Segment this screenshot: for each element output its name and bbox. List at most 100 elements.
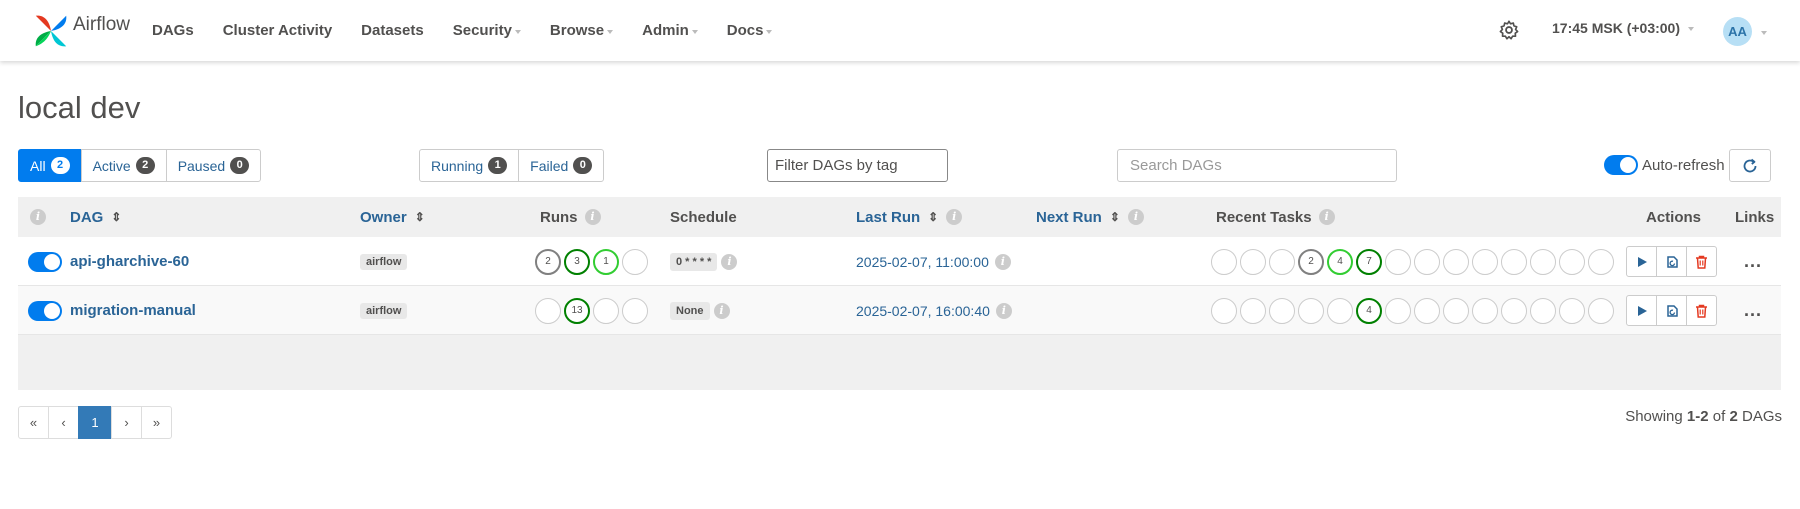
task-state-circle[interactable] <box>1385 297 1411 324</box>
last-run-link[interactable]: 2025-02-07, 11:00:00 <box>856 254 989 270</box>
run-state-circle[interactable] <box>535 297 561 324</box>
task-state-circle[interactable] <box>1298 297 1324 324</box>
schedule-tag[interactable]: None <box>670 301 710 320</box>
task-state-circle[interactable] <box>1530 248 1556 275</box>
auto-refresh-toggle[interactable] <box>1604 155 1638 175</box>
task-state-circle[interactable] <box>1443 248 1469 275</box>
tag-filter-input[interactable]: Filter DAGs by tag <box>767 149 948 182</box>
run-state-circle[interactable] <box>593 297 619 324</box>
info-icon[interactable]: i <box>713 302 730 319</box>
task-state-circle[interactable] <box>1559 248 1585 275</box>
links-menu-button[interactable]: ... <box>1744 300 1762 321</box>
task-state-circle[interactable] <box>1240 297 1266 324</box>
column-last-run[interactable]: Last Run ⇕ i <box>856 197 963 237</box>
showing-total: 2 <box>1729 408 1738 425</box>
task-state-circle[interactable] <box>1385 248 1411 275</box>
info-icon[interactable]: i <box>1318 209 1335 225</box>
dag-link[interactable]: migration-manual <box>70 302 196 319</box>
play-icon <box>1637 305 1647 316</box>
refresh-button[interactable] <box>1729 149 1771 182</box>
nav-docs[interactable]: Docs <box>727 22 773 39</box>
task-state-circle[interactable] <box>1472 297 1498 324</box>
info-icon[interactable]: i <box>994 253 1011 270</box>
info-icon[interactable]: i <box>1127 209 1144 225</box>
chevron-down-icon <box>1688 27 1695 31</box>
nav-datasets[interactable]: Datasets <box>361 22 424 39</box>
info-icon[interactable]: i <box>30 197 46 237</box>
run-state-circle[interactable]: 3 <box>564 248 590 275</box>
task-state-circle[interactable] <box>1269 248 1295 275</box>
task-state-circle[interactable] <box>1472 248 1498 275</box>
page-1-button[interactable]: 1 <box>78 406 112 439</box>
task-state-circle[interactable] <box>1269 297 1295 324</box>
gear-icon[interactable] <box>1498 19 1520 41</box>
task-state-circle[interactable]: 4 <box>1356 297 1382 324</box>
last-page-button[interactable]: » <box>141 406 172 439</box>
links-menu-button[interactable]: ... <box>1744 251 1762 272</box>
filter-all-label: All <box>30 157 46 174</box>
dag-pause-toggle[interactable] <box>28 251 62 272</box>
filter-all-button[interactable]: All 2 <box>18 149 82 182</box>
next-page-button[interactable]: › <box>111 406 142 439</box>
task-state-circle[interactable]: 2 <box>1298 248 1324 275</box>
recent-tasks-cell: 247 <box>1211 237 1617 286</box>
owner-tag[interactable]: airflow <box>360 302 408 319</box>
column-owner[interactable]: Owner ⇕ <box>360 197 425 237</box>
task-state-circle[interactable] <box>1414 248 1440 275</box>
task-state-circle[interactable] <box>1211 297 1237 324</box>
user-avatar[interactable]: AA <box>1723 17 1752 46</box>
run-state-circle[interactable]: 1 <box>593 248 619 275</box>
timezone-menu[interactable]: 17:45 MSK (+03:00) <box>1552 20 1695 36</box>
task-state-circle[interactable] <box>1327 297 1353 324</box>
task-state-circle[interactable] <box>1443 297 1469 324</box>
runs-cell: 13 <box>535 286 651 335</box>
task-state-circle[interactable] <box>1240 248 1266 275</box>
nav-admin[interactable]: Admin <box>642 22 698 39</box>
dag-pause-toggle[interactable] <box>28 300 62 321</box>
filter-running-button[interactable]: Running 1 <box>419 149 520 182</box>
run-state-circle[interactable]: 2 <box>535 248 561 275</box>
nav-cluster-activity[interactable]: Cluster Activity <box>223 22 332 39</box>
task-state-circle[interactable]: 4 <box>1327 248 1353 275</box>
info-icon[interactable]: i <box>946 209 963 225</box>
search-input[interactable]: Search DAGs <box>1117 149 1397 182</box>
column-dag[interactable]: DAG ⇕ <box>70 197 121 237</box>
run-state-circle[interactable]: 13 <box>564 297 590 324</box>
trigger-dag-button[interactable] <box>1626 295 1657 326</box>
run-state-circle[interactable] <box>622 297 648 324</box>
info-icon[interactable]: i <box>995 302 1012 319</box>
dag-link[interactable]: api-gharchive-60 <box>70 253 189 270</box>
filter-paused-button[interactable]: Paused 0 <box>165 149 262 182</box>
task-state-circle[interactable] <box>1559 297 1585 324</box>
trigger-dag-button[interactable] <box>1626 246 1657 277</box>
schedule-tag[interactable]: 0 * * * * <box>670 252 718 271</box>
prev-page-button[interactable]: ‹ <box>48 406 79 439</box>
nav-security[interactable]: Security <box>453 22 521 39</box>
task-state-circle[interactable] <box>1530 297 1556 324</box>
main-nav: DAGs Cluster Activity Datasets Security … <box>152 0 801 61</box>
task-state-circle[interactable] <box>1501 297 1527 324</box>
delete-dag-button[interactable] <box>1686 295 1717 326</box>
filter-active-button[interactable]: Active 2 <box>80 149 167 182</box>
run-state-circle[interactable] <box>622 248 648 275</box>
column-next-run[interactable]: Next Run ⇕ i <box>1036 197 1144 237</box>
task-state-circle[interactable] <box>1588 297 1614 324</box>
brand-link[interactable]: Airflow <box>32 8 130 54</box>
last-run-link[interactable]: 2025-02-07, 16:00:40 <box>856 303 990 319</box>
info-icon[interactable]: i <box>721 253 738 270</box>
owner-tag[interactable]: airflow <box>360 253 408 270</box>
runs-cell: 231 <box>535 237 651 286</box>
nav-dags[interactable]: DAGs <box>152 22 194 39</box>
task-state-circle[interactable] <box>1414 297 1440 324</box>
reparse-dag-button[interactable] <box>1656 295 1687 326</box>
task-state-circle[interactable] <box>1588 248 1614 275</box>
task-state-circle[interactable]: 7 <box>1356 248 1382 275</box>
task-state-circle[interactable] <box>1501 248 1527 275</box>
first-page-button[interactable]: « <box>18 406 49 439</box>
info-icon[interactable]: i <box>584 209 601 225</box>
task-state-circle[interactable] <box>1211 248 1237 275</box>
filter-failed-button[interactable]: Failed 0 <box>518 149 605 182</box>
delete-dag-button[interactable] <box>1686 246 1717 277</box>
reparse-dag-button[interactable] <box>1656 246 1687 277</box>
nav-browse[interactable]: Browse <box>550 22 614 39</box>
